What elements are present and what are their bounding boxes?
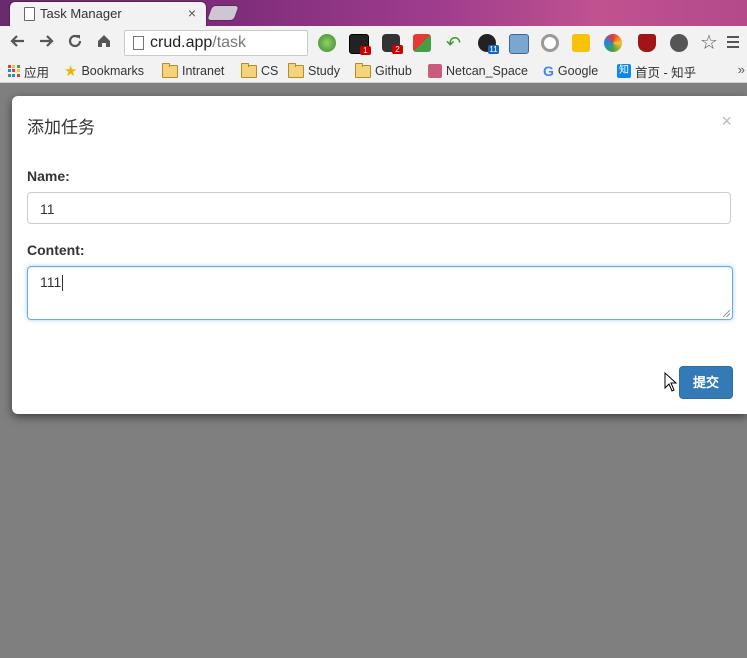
- content-value: 111: [40, 274, 62, 290]
- bookmark-label: 应用: [24, 65, 50, 80]
- more-dots-extension-icon[interactable]: [572, 34, 590, 52]
- url-path: /task: [212, 34, 247, 51]
- submit-button[interactable]: 提交: [679, 366, 733, 399]
- star-icon: ★: [64, 63, 78, 80]
- page-icon: [24, 7, 35, 21]
- bookmark-google[interactable]: G Google: [543, 63, 598, 79]
- bookmark-label: Github: [375, 64, 412, 78]
- bookmark-netcan-space[interactable]: Netcan_Space: [428, 63, 528, 79]
- bookmark-label: CS: [261, 64, 279, 78]
- browser-menu-icon[interactable]: [727, 36, 739, 51]
- tab-close-icon[interactable]: ×: [188, 5, 196, 21]
- url-text: crud.app/task: [150, 34, 246, 52]
- bookmark-label: Google: [557, 64, 599, 78]
- bookmark-label: Study: [308, 64, 340, 78]
- reload-icon[interactable]: [65, 32, 85, 52]
- google-icon: G: [543, 63, 554, 79]
- star-box-extension-icon[interactable]: [509, 34, 529, 54]
- extension-badge: 11: [488, 45, 499, 54]
- bookmark-zhihu[interactable]: 知 首页 - 知乎: [617, 63, 697, 80]
- s-extension-icon[interactable]: 1: [349, 34, 371, 55]
- add-task-modal: 添加任务 × Name: 11 Content: 111 提交: [12, 96, 747, 414]
- url-host: crud.app: [150, 34, 213, 51]
- text-caret: [62, 275, 64, 292]
- bookmark-label: Netcan_Space: [446, 64, 529, 78]
- bookmark-cs[interactable]: CS: [241, 62, 279, 79]
- browser-tab-strip: Task Manager ×: [0, 0, 747, 26]
- bookmark-label: Intranet: [182, 64, 225, 78]
- new-tab-button[interactable]: [207, 6, 239, 20]
- browser-toolbar: crud.app/task 1 2 ↶ 11 ☆: [0, 26, 747, 60]
- color-wheel-extension-icon[interactable]: [604, 34, 622, 52]
- folder-icon: [288, 62, 304, 78]
- bookmarks-bar: 应用 ★ Bookmarks Intranet CS Study Github …: [0, 60, 747, 83]
- folder-icon: [241, 62, 257, 78]
- site-icon: [428, 64, 442, 78]
- undo-extension-icon[interactable]: ↶: [446, 34, 464, 52]
- bookmark-star-icon[interactable]: ☆: [700, 33, 718, 53]
- page-icon: [133, 36, 144, 50]
- bookmark-intranet[interactable]: Intranet: [162, 62, 225, 79]
- globe-extension-icon[interactable]: [318, 34, 336, 52]
- bookmark-study[interactable]: Study: [288, 62, 340, 79]
- bookmark-github[interactable]: Github: [355, 62, 412, 79]
- modal-header: 添加任务 ×: [12, 96, 747, 154]
- back-arrow-icon[interactable]: [8, 32, 28, 52]
- close-icon[interactable]: ×: [721, 111, 732, 132]
- bookmark-label: Bookmarks: [81, 64, 144, 78]
- ghost-extension-icon[interactable]: 2: [382, 34, 403, 54]
- home-icon[interactable]: [94, 32, 114, 52]
- mouse-pointer-icon: [664, 372, 678, 392]
- content-textarea[interactable]: 111: [27, 266, 733, 320]
- bookmark-apps[interactable]: 应用: [8, 63, 50, 80]
- moon-extension-icon[interactable]: 11: [478, 34, 499, 54]
- extension-badge: 1: [360, 46, 371, 55]
- tab-title: Task Manager: [40, 6, 122, 21]
- evernote-extension-icon[interactable]: [670, 34, 688, 52]
- ublock-extension-icon[interactable]: [638, 34, 656, 52]
- bookmark-label: 首页 - 知乎: [635, 65, 697, 80]
- browser-tab-task-manager[interactable]: Task Manager ×: [10, 2, 206, 26]
- forward-arrow-icon[interactable]: [36, 32, 56, 52]
- bookmarks-overflow-button[interactable]: »: [738, 62, 745, 77]
- name-input[interactable]: 11: [27, 192, 731, 224]
- name-label: Name:: [27, 168, 70, 184]
- folder-icon: [162, 62, 178, 78]
- folder-icon: [355, 62, 371, 78]
- content-label: Content:: [27, 242, 85, 258]
- resize-handle-icon[interactable]: [723, 310, 730, 317]
- address-bar[interactable]: crud.app/task: [124, 30, 308, 56]
- circle-extension-icon[interactable]: [541, 34, 559, 52]
- apps-grid-icon: [8, 65, 20, 77]
- bookmark-bookmarks[interactable]: ★ Bookmarks: [64, 63, 144, 80]
- download-extension-icon[interactable]: [413, 34, 431, 52]
- modal-title: 添加任务: [27, 118, 95, 137]
- zhihu-icon: 知: [617, 64, 631, 78]
- extension-badge: 2: [392, 45, 403, 54]
